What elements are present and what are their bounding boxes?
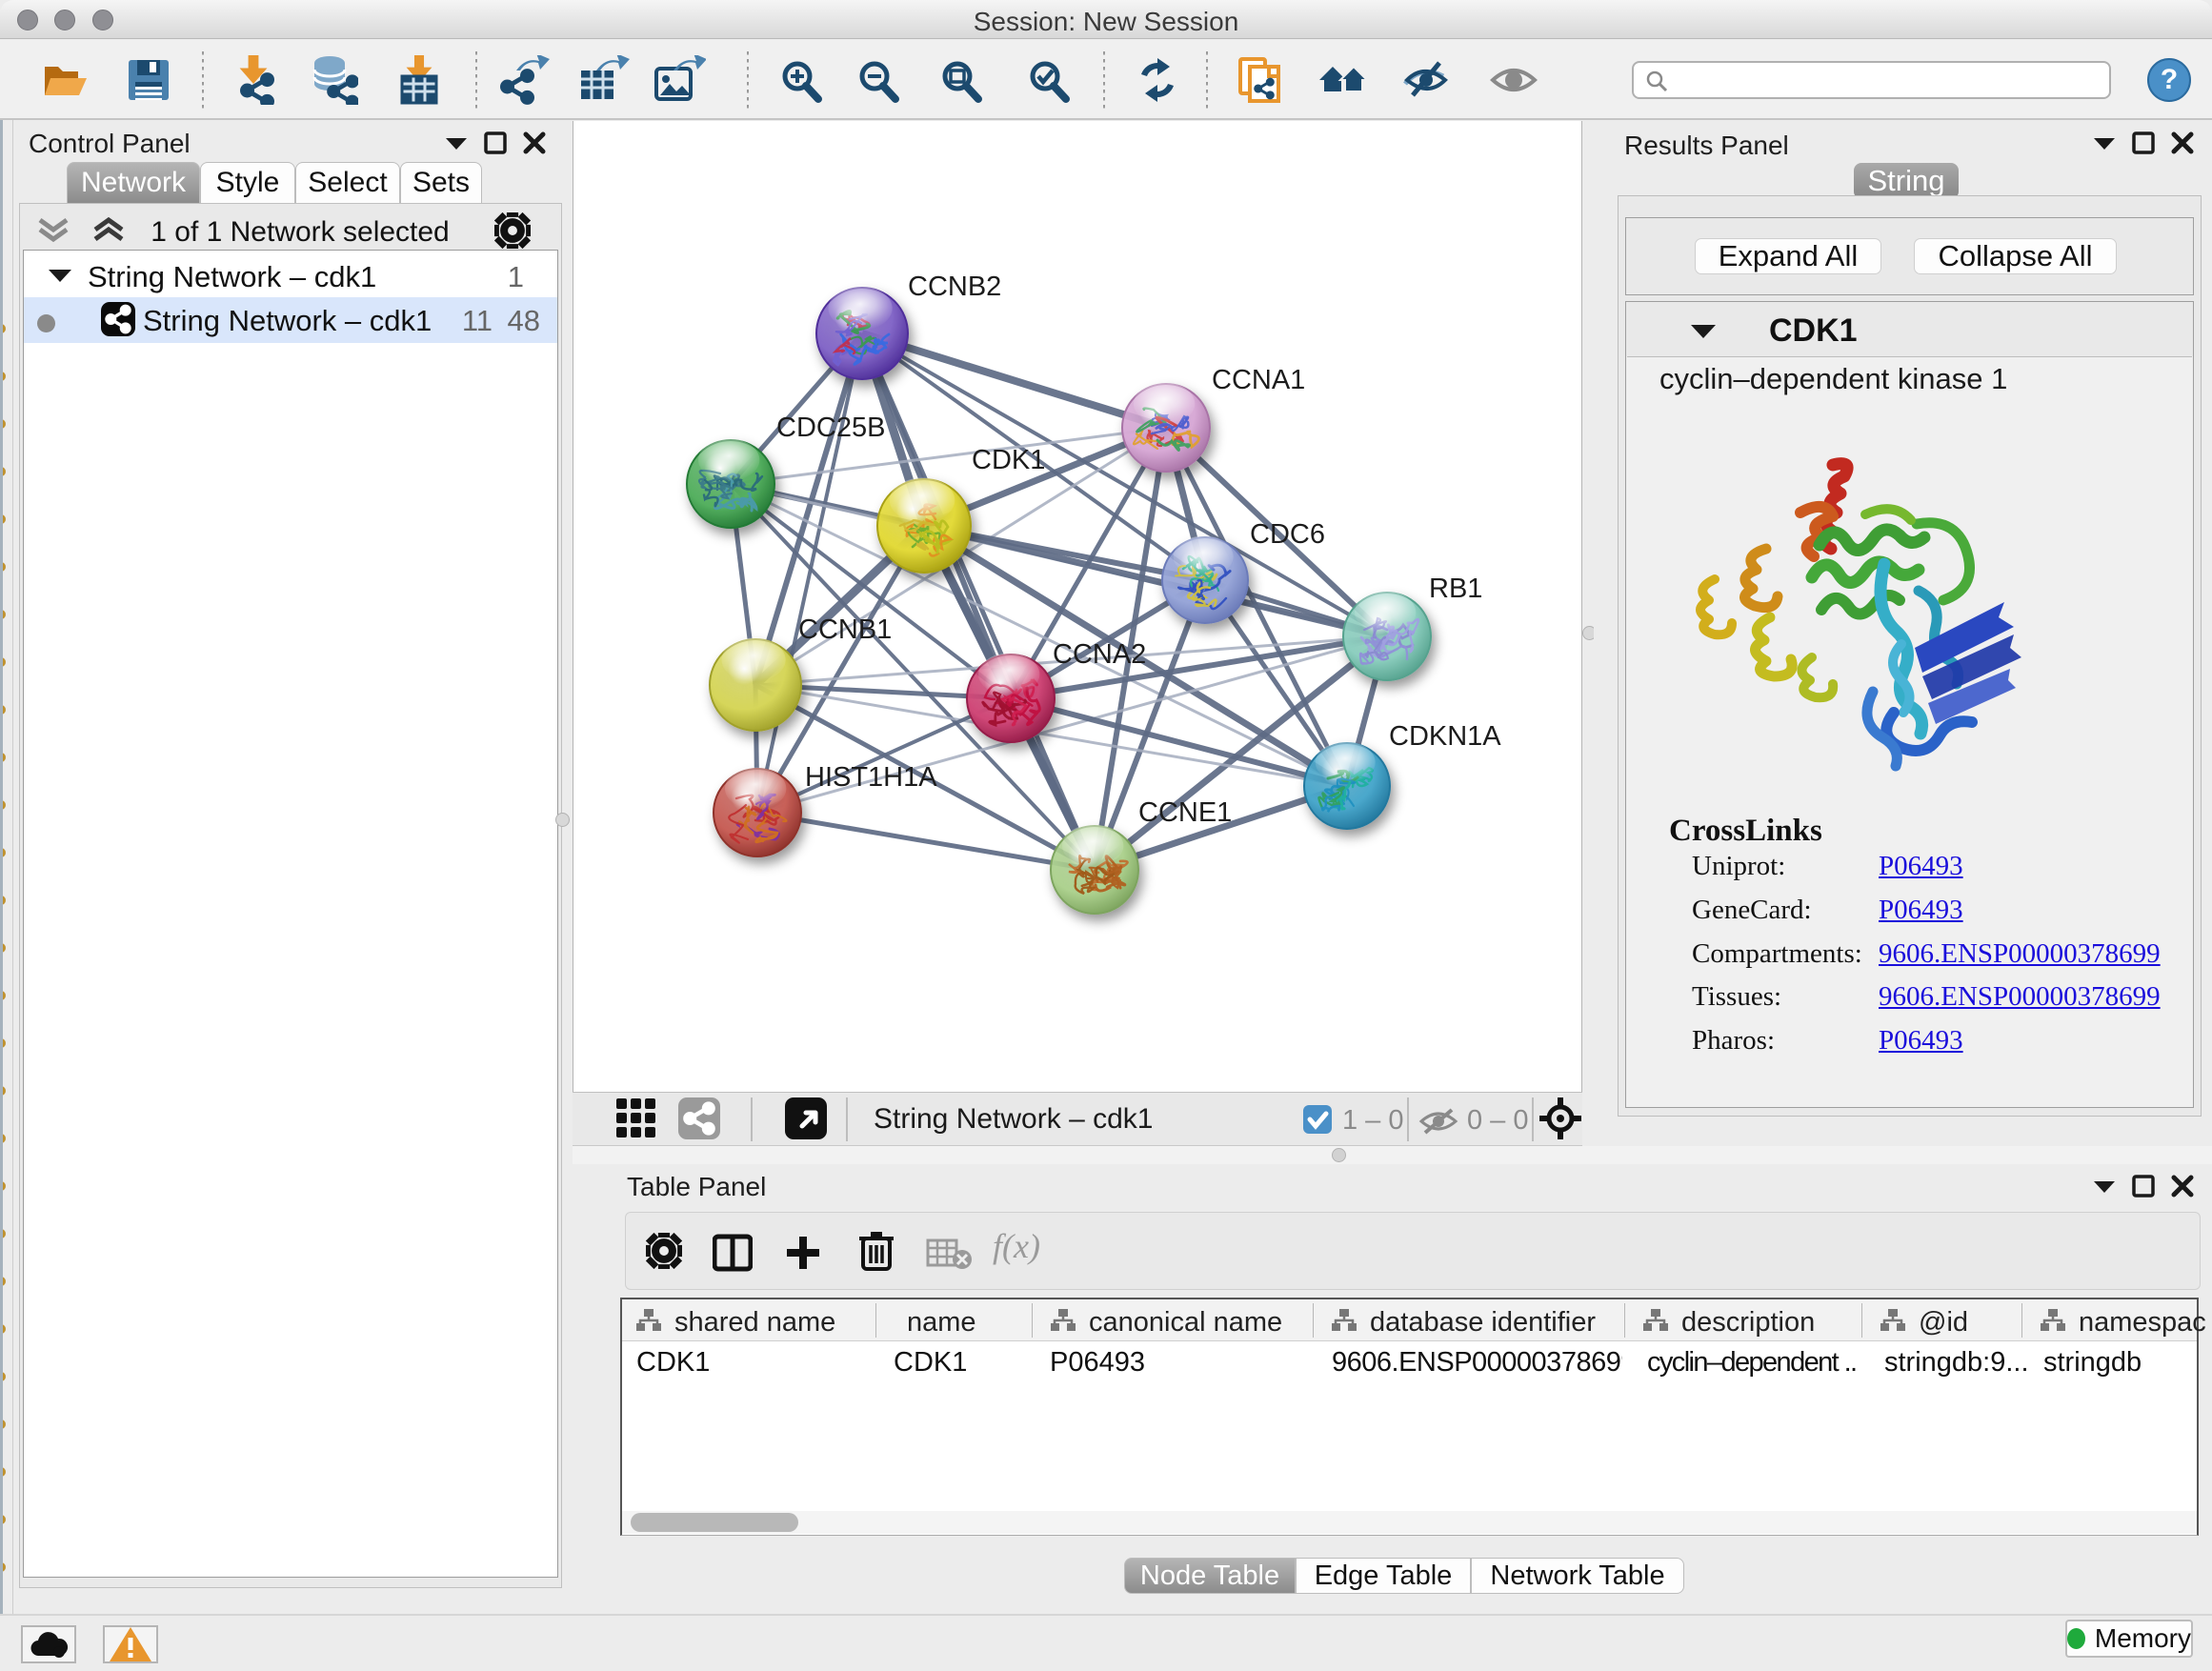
svg-text:CDC25B: CDC25B [776,413,885,443]
svg-text:f(x): f(x) [993,1227,1040,1265]
svg-text:CCNA2: CCNA2 [1053,639,1146,670]
svg-text:HIST1H1A: HIST1H1A [805,762,937,793]
svg-text:CDK1: CDK1 [972,445,1045,475]
svg-text:CCNB2: CCNB2 [908,272,1001,302]
svg-text:CDC6: CDC6 [1250,519,1325,550]
svg-text:CCNE1: CCNE1 [1138,797,1232,828]
svg-text:?: ? [2161,64,2178,95]
svg-text:CDKN1A: CDKN1A [1389,721,1501,752]
svg-text:CCNB1: CCNB1 [798,614,892,645]
svg-text:CCNA1: CCNA1 [1212,365,1305,395]
svg-text:RB1: RB1 [1429,574,1482,604]
